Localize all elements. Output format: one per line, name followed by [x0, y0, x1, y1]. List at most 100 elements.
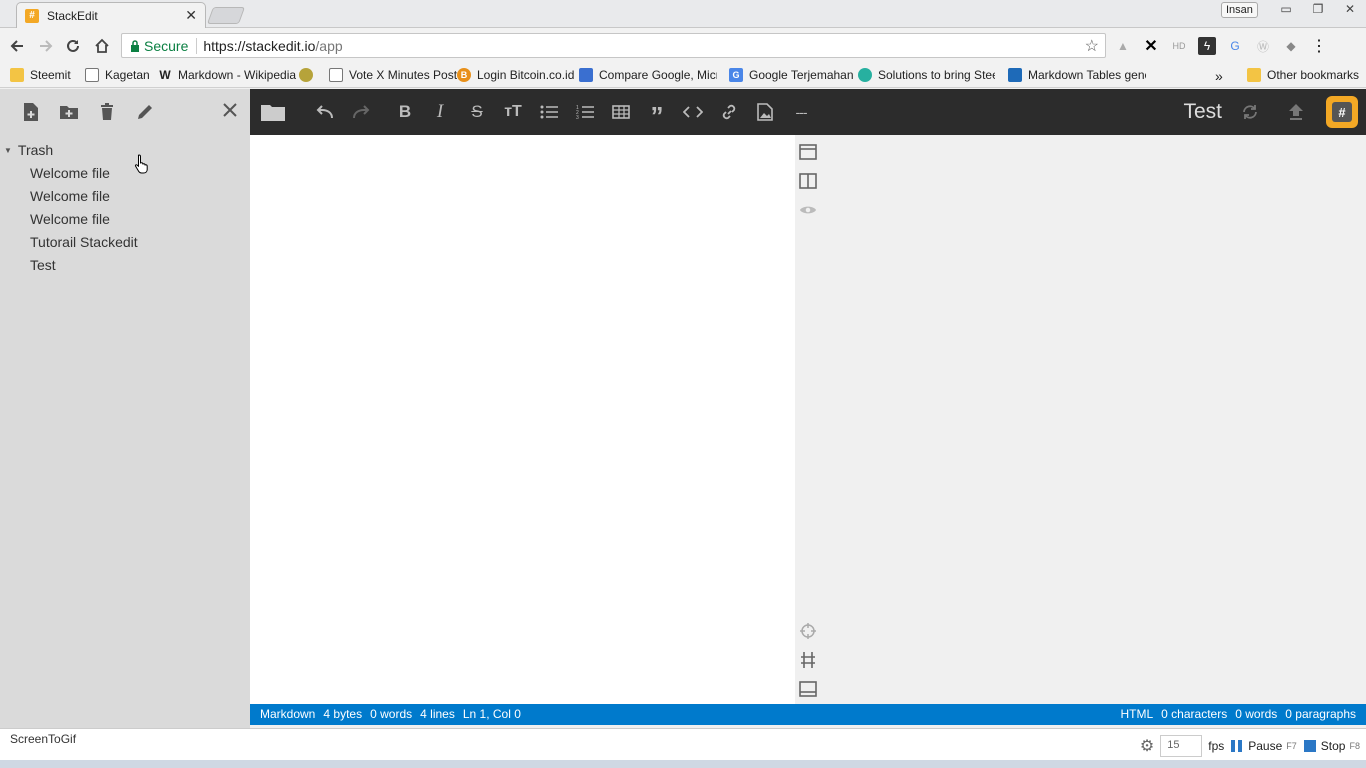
tree-file[interactable]: Welcome file	[0, 161, 250, 184]
tab-close-icon[interactable]: ✕	[185, 7, 197, 24]
translate-extension-icon[interactable]: G	[1226, 37, 1244, 55]
editor-stats: Markdown 4 bytes 0 words 4 lines Ln 1, C…	[260, 707, 529, 721]
close-explorer-button[interactable]	[222, 102, 238, 118]
code-icon[interactable]	[681, 100, 705, 124]
bookmark-star-icon[interactable]: ☆	[1085, 36, 1099, 56]
tree-file[interactable]: Welcome file	[0, 184, 250, 207]
ordered-list-icon[interactable]: 123	[573, 100, 597, 124]
gear-icon[interactable]: ⚙	[1140, 736, 1154, 756]
shield-extension-icon[interactable]: ◆	[1282, 37, 1300, 55]
strikethrough-icon[interactable]: S	[465, 100, 489, 124]
preview-mode-label: HTML	[1120, 707, 1154, 721]
publish-icon[interactable]	[1284, 100, 1308, 124]
side-by-side-icon	[799, 173, 817, 189]
heading-icon[interactable]: тT	[501, 100, 525, 124]
tree-file[interactable]: Test	[0, 253, 250, 276]
bookmark-markdown-wikipedia[interactable]: W Markdown - Wikipedia	[158, 68, 296, 82]
fps-input[interactable]: 15	[1160, 735, 1203, 757]
close-window-icon[interactable]: ✕	[1334, 0, 1366, 18]
italic-icon[interactable]: I	[428, 100, 452, 124]
browser-tab-stackedit[interactable]: # StackEdit ✕	[16, 2, 206, 28]
image-icon[interactable]	[753, 100, 777, 124]
paragraphs-stat: 0 paragraphs	[1285, 707, 1356, 721]
document-title[interactable]: Test	[1183, 100, 1222, 124]
bookmark-login-bitcoin[interactable]: B Login Bitcoin.co.id	[457, 68, 574, 82]
undo-button[interactable]	[313, 100, 337, 124]
bookmark-markdown-tables[interactable]: Markdown Tables gener	[1008, 68, 1146, 82]
bookmarks-overflow-button[interactable]: »	[1215, 68, 1223, 84]
url-path: /app	[315, 37, 343, 54]
preview-words-stat: 0 words	[1235, 707, 1278, 721]
profile-button[interactable]: Insan	[1221, 2, 1258, 18]
rename-button[interactable]	[126, 97, 164, 127]
stackedit-menu-button[interactable]: #	[1326, 96, 1358, 128]
horizontal-rule-icon[interactable]: ---	[789, 100, 813, 124]
page-icon	[329, 68, 343, 82]
minimize-icon[interactable]: ▭	[1270, 0, 1302, 18]
folder-icon	[1247, 68, 1261, 82]
scroll-sync-icon	[801, 652, 815, 668]
crosshair-icon	[800, 623, 816, 639]
quote-icon[interactable]: ”	[645, 100, 669, 131]
wordpress-extension-icon[interactable]: Ⓦ	[1254, 37, 1272, 55]
new-folder-button[interactable]	[50, 97, 88, 127]
tree-file[interactable]: Welcome file	[0, 207, 250, 230]
new-tab-button[interactable]	[206, 7, 246, 24]
bookmark-steemit[interactable]: Steemit	[10, 68, 71, 82]
home-icon[interactable]	[91, 35, 113, 57]
bookmark-pepe[interactable]	[299, 68, 313, 82]
browser-toolbar: Secure https://stackedit.io/app ☆ ▲ ✕ HD…	[0, 28, 1366, 64]
extensions-area: ▲ ✕ HD ϟ G Ⓦ ◆ ⋮	[1114, 37, 1328, 55]
focus-mode-button[interactable]	[799, 622, 817, 640]
preview-stats: HTML 0 characters 0 words 0 paragraphs	[1120, 707, 1356, 721]
drive-extension-icon[interactable]: ▲	[1114, 37, 1132, 55]
delete-button[interactable]	[88, 97, 126, 127]
fps-label: fps	[1208, 739, 1225, 753]
sync-icon[interactable]	[1238, 100, 1262, 124]
toggle-explorer-button[interactable]	[258, 100, 288, 124]
folder-icon	[10, 68, 24, 82]
page-icon	[85, 68, 99, 82]
hd-extension-icon[interactable]: HD	[1170, 37, 1188, 55]
redo-button[interactable]	[349, 100, 373, 124]
stop-button[interactable]: Stop F8	[1303, 739, 1360, 753]
toggle-side-preview-button[interactable]	[799, 172, 817, 190]
restore-icon[interactable]: ❐	[1302, 0, 1334, 18]
new-file-button[interactable]	[12, 97, 50, 127]
lightning-extension-icon[interactable]: ϟ	[1198, 37, 1216, 55]
markdown-editor[interactable]	[250, 135, 795, 704]
bold-icon[interactable]: B	[393, 100, 417, 124]
status-bar: Markdown 4 bytes 0 words 4 lines Ln 1, C…	[250, 704, 1366, 725]
taskbar-strip	[0, 760, 1366, 768]
tree-folder-trash[interactable]: ▼ Trash	[0, 139, 250, 161]
tree-file[interactable]: Tutorail Stackedit	[0, 230, 250, 253]
scroll-sync-button[interactable]	[799, 651, 817, 669]
toggle-preview-button[interactable]	[799, 201, 817, 219]
toggle-navbar-button[interactable]	[799, 143, 817, 161]
bookmark-solutions-steem[interactable]: Solutions to bring Steem	[858, 68, 995, 82]
bookmark-kagetan[interactable]: Kagetan	[85, 68, 150, 82]
stackedit-app: ▼ Trash Welcome file Welcome file Welcom…	[0, 89, 1366, 729]
characters-stat: 0 characters	[1161, 707, 1228, 721]
toggle-status-bar-button[interactable]	[799, 680, 817, 698]
x-extension-icon[interactable]: ✕	[1142, 37, 1160, 55]
folder-label: Trash	[17, 142, 54, 158]
address-bar[interactable]: Secure https://stackedit.io/app ☆	[121, 33, 1106, 58]
pause-icon	[1231, 740, 1243, 752]
secure-label: Secure	[144, 37, 189, 54]
caret-down-icon[interactable]: ▼	[4, 146, 12, 155]
forward-icon[interactable]	[35, 35, 57, 57]
link-icon[interactable]	[717, 100, 741, 124]
bookmark-other-bookmarks[interactable]: Other bookmarks	[1247, 68, 1359, 82]
back-icon[interactable]	[6, 35, 28, 57]
unordered-list-icon[interactable]	[537, 100, 561, 124]
bookmark-compare-google[interactable]: Compare Google, Micro	[579, 68, 717, 82]
bookmark-vote-x-minutes[interactable]: Vote X Minutes Post	[329, 68, 457, 82]
undo-icon	[316, 105, 333, 119]
explorer-toolbar	[0, 89, 250, 135]
bookmark-google-terjemahan[interactable]: G Google Terjemahan	[729, 68, 854, 82]
table-icon[interactable]	[609, 100, 633, 124]
pause-button[interactable]: Pause F7	[1230, 739, 1297, 753]
reload-icon[interactable]	[62, 35, 84, 57]
chrome-menu-icon[interactable]: ⋮	[1310, 37, 1328, 55]
